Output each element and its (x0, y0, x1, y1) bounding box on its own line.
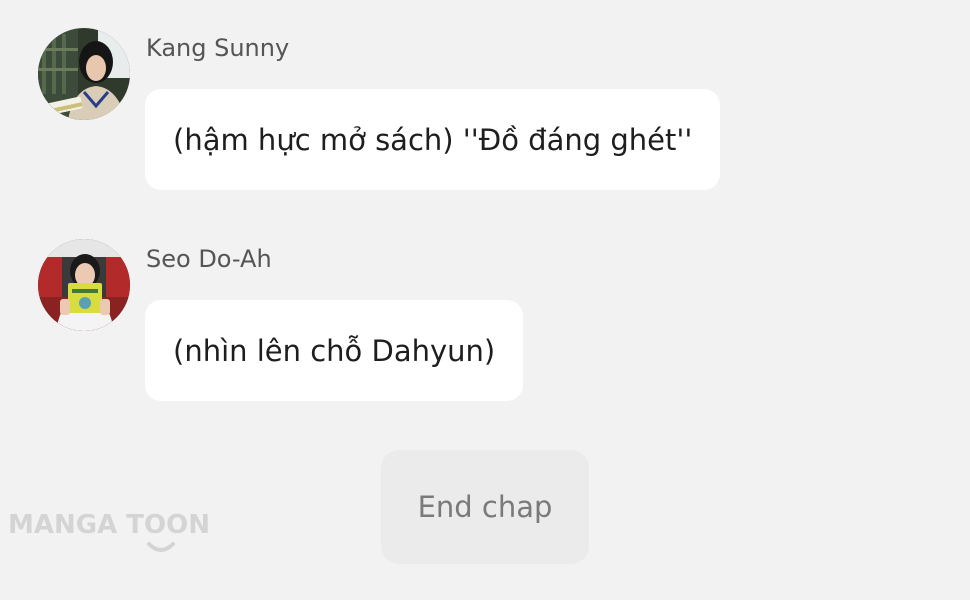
avatar[interactable] (38, 239, 130, 331)
avatar-photo (38, 239, 130, 331)
sender-name: Seo Do-Ah (146, 245, 272, 273)
message-bubble: (nhìn lên chỗ Dahyun) (145, 300, 524, 401)
message-bubble: (hậm hực mở sách) ''Đồ đáng ghét'' (145, 89, 721, 190)
smile-icon (147, 542, 175, 552)
avatar[interactable] (38, 28, 130, 120)
watermark-logo: MANGA TOON (8, 510, 210, 540)
end-chap-button[interactable]: End chap (381, 450, 589, 564)
avatar-photo (38, 28, 130, 120)
sender-name: Kang Sunny (146, 34, 290, 62)
